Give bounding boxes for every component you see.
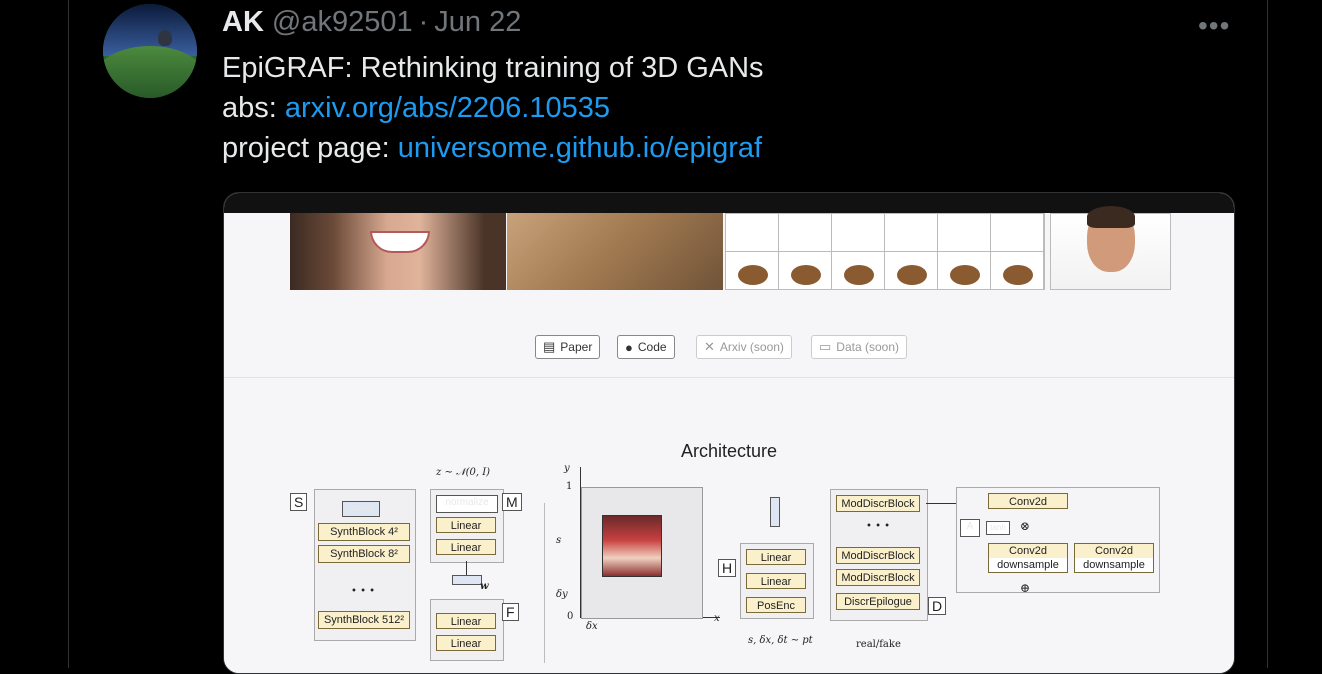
oplus-symbol: ⊕ xyxy=(1020,581,1031,595)
avatar[interactable] xyxy=(103,4,197,98)
media-content: ▤ Paper ● Code ✕ Arxiv (soon) ▭ Data (so… xyxy=(224,206,1234,673)
arxiv-button-label: Arxiv (soon) xyxy=(719,340,784,354)
synth-dots: • • • xyxy=(351,586,376,597)
mapping-arrow xyxy=(466,561,467,575)
h-output-box xyxy=(770,497,780,527)
conv2d-downsample-1-title: Conv2d xyxy=(1009,545,1047,557)
tag-h: H xyxy=(718,559,737,577)
x-axis-label: x xyxy=(714,613,720,624)
f-linear-2: Linear xyxy=(436,635,496,651)
pdf-icon: ▤ xyxy=(543,339,556,354)
conv2d-downsample-2-title: Conv2d xyxy=(1095,545,1133,557)
conv2d-box: Conv2d xyxy=(988,493,1068,509)
tanh-box: tanh xyxy=(986,521,1010,535)
discr-dots: • • • xyxy=(866,521,891,532)
tweet-title: EpiGRAF: Rethinking training of 3D GANs xyxy=(222,52,764,84)
diagram-separator xyxy=(544,503,545,663)
paper-button-label: Paper xyxy=(560,340,593,354)
paper-button[interactable]: ▤ Paper xyxy=(535,335,601,359)
arxiv-icon: ✕ xyxy=(704,339,715,354)
author-handle[interactable]: @ak92501 xyxy=(272,6,413,39)
data-button-label: Data (soon) xyxy=(836,340,899,354)
posenc-box: PosEnc xyxy=(746,597,806,613)
tag-m: M xyxy=(502,493,522,511)
synthblock-8: SynthBlock 8² xyxy=(318,545,410,563)
project-label: project page: xyxy=(222,132,398,164)
data-button[interactable]: ▭ Data (soon) xyxy=(811,335,907,359)
tag-s: S xyxy=(290,493,308,511)
delta-x-label: δx xyxy=(586,621,598,632)
zero-label: 0 xyxy=(567,611,574,622)
conv2d-downsample-2-sub: downsample xyxy=(1075,558,1153,572)
project-link[interactable]: universome.github.io/epigraf xyxy=(398,132,762,164)
f-linear-1: Linear xyxy=(436,613,496,629)
sample-man-image xyxy=(1050,206,1171,290)
normalize-box: normalize xyxy=(436,495,498,513)
z-distribution: z ∼ 𝒩(0, I) xyxy=(436,467,491,478)
sample-face-image xyxy=(290,213,506,290)
author-name[interactable]: AK xyxy=(222,6,264,39)
media-top-bar xyxy=(224,193,1234,213)
tweet-date[interactable]: Jun 22 xyxy=(434,6,521,39)
sampling-distribution: s, δx, δt ∼ pt xyxy=(748,635,813,646)
mapping-linear-2: Linear xyxy=(436,539,496,555)
tag-d: D xyxy=(928,597,947,615)
architecture-title: Architecture xyxy=(680,441,778,461)
conv2d-downsample-1-sub: downsample xyxy=(989,558,1067,572)
sample-food-grid-image xyxy=(725,213,1045,290)
y-one-label: 1 xyxy=(566,481,573,492)
conv2d-downsample-2: Conv2d downsample xyxy=(1074,543,1154,573)
code-button-label: Code xyxy=(637,340,667,354)
otimes-symbol: ⊗ xyxy=(1020,519,1031,533)
tweet-abs-line: abs: arxiv.org/abs/2206.10535 xyxy=(222,92,610,125)
mapping-linear-1: Linear xyxy=(436,517,496,533)
moddiscrblock-3: ModDiscrBlock xyxy=(836,569,920,586)
abs-label: abs: xyxy=(222,92,285,124)
h-linear-2: Linear xyxy=(746,573,806,589)
w-box xyxy=(452,575,482,585)
tag-f: F xyxy=(502,603,519,621)
y-axis-label: y xyxy=(564,463,570,474)
conv2d-downsample-1: Conv2d downsample xyxy=(988,543,1068,573)
data-icon: ▭ xyxy=(819,339,832,354)
discr-epilogue: DiscrEpilogue xyxy=(836,593,920,610)
tweet-header: AK @ak92501 · Jun 22 xyxy=(222,6,521,42)
s-label: s xyxy=(556,535,562,546)
section-divider xyxy=(224,377,1234,378)
detail-connector xyxy=(926,503,956,504)
w-label: w xyxy=(480,581,489,592)
delta-y-label: δy xyxy=(556,589,568,600)
github-icon: ● xyxy=(625,339,633,355)
abs-link[interactable]: arxiv.org/abs/2206.10535 xyxy=(285,92,610,124)
tweet-media[interactable]: ▤ Paper ● Code ✕ Arxiv (soon) ▭ Data (so… xyxy=(223,192,1235,674)
moddiscrblock-1: ModDiscrBlock xyxy=(836,495,920,512)
more-options-icon[interactable]: ••• xyxy=(1198,10,1230,42)
h-linear-1: Linear xyxy=(746,549,806,565)
code-button[interactable]: ● Code xyxy=(617,335,675,359)
a-box: A xyxy=(960,519,980,537)
real-fake-label: real/fake xyxy=(856,639,901,650)
moddiscrblock-2: ModDiscrBlock xyxy=(836,547,920,564)
meta-separator: · xyxy=(418,6,429,38)
tweet-project-line: project page: universome.github.io/epigr… xyxy=(222,132,762,165)
const-box: const xyxy=(342,501,380,517)
synthblock-4: SynthBlock 4² xyxy=(318,523,410,541)
sampled-patch xyxy=(602,515,662,577)
arxiv-button[interactable]: ✕ Arxiv (soon) xyxy=(696,335,792,359)
architecture-diagram: S const SynthBlock 4² SynthBlock 8² • • … xyxy=(224,463,1234,673)
synthblock-512: SynthBlock 512² xyxy=(318,611,410,629)
sample-cat-image xyxy=(507,213,723,290)
